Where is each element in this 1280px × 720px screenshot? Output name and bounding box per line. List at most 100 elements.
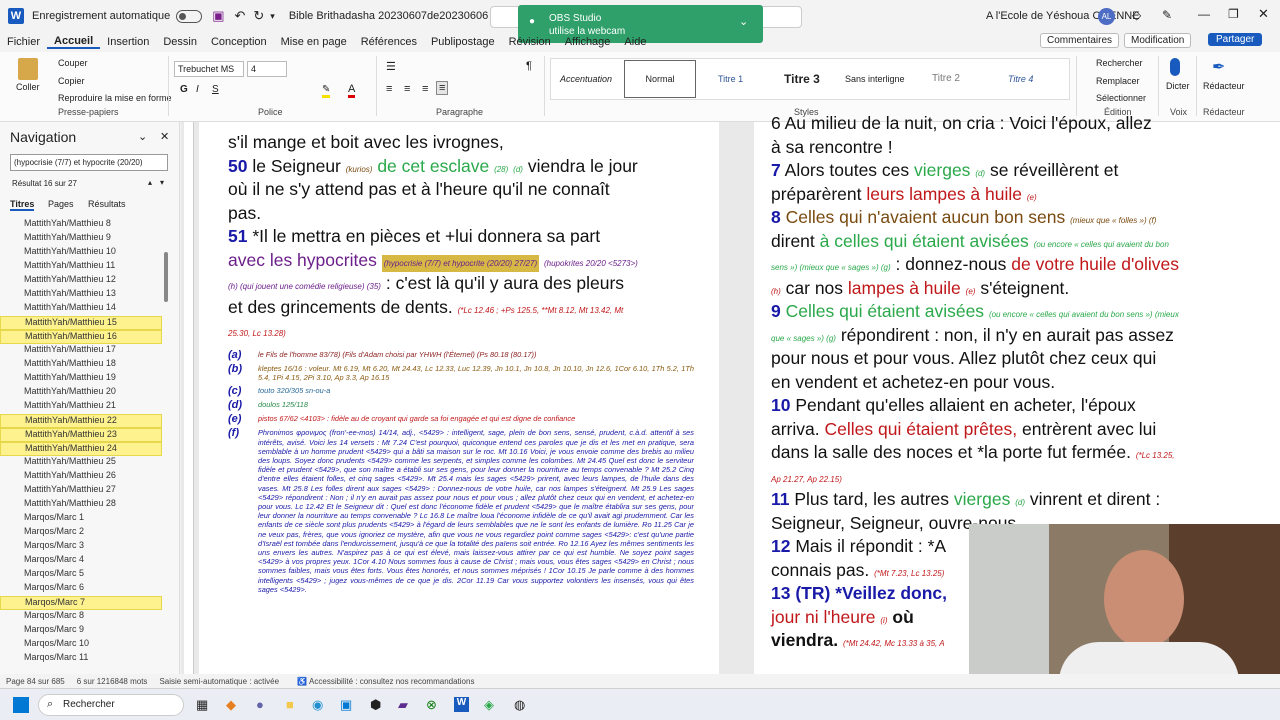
nav-heading-item[interactable]: MattithYah/Matthieu 27 xyxy=(0,484,162,498)
nav-heading-item[interactable]: Marqos/Marc 9 xyxy=(0,624,162,638)
highlight-icon[interactable]: ✎ xyxy=(322,84,331,98)
dictate-button[interactable]: Dicter xyxy=(1166,81,1190,91)
nav-heading-item[interactable]: Marqos/Marc 2 xyxy=(0,526,162,540)
next-result-icon[interactable]: ▾ xyxy=(160,178,164,187)
pilcrow-icon[interactable]: ¶ xyxy=(526,60,532,72)
nav-heading-item[interactable]: Marqos/Marc 6 xyxy=(0,582,162,596)
restore-icon[interactable]: ❐ xyxy=(1228,7,1239,21)
nav-heading-item[interactable]: Marqos/Marc 5 xyxy=(0,568,162,582)
nav-heading-item[interactable]: MattithYah/Matthieu 15 xyxy=(0,316,162,330)
nav-heading-item[interactable]: MattithYah/Matthieu 22 xyxy=(0,414,162,428)
close-icon[interactable]: ✕ xyxy=(1258,6,1269,22)
nav-heading-item[interactable]: MattithYah/Matthieu 26 xyxy=(0,470,162,484)
app3-icon[interactable]: ◈ xyxy=(484,697,494,713)
edit-mode-button[interactable]: Modification xyxy=(1124,33,1192,48)
page-count[interactable]: Page 84 sur 685 xyxy=(6,677,65,686)
style-accentuation[interactable]: Accentuation xyxy=(560,74,612,84)
nav-heading-item[interactable]: Marqos/Marc 8 xyxy=(0,610,162,624)
select-button[interactable]: Sélectionner xyxy=(1096,93,1146,103)
nav-heading-item[interactable]: MattithYah/Matthieu 18 xyxy=(0,358,162,372)
obs-taskbar-icon[interactable]: ◍ xyxy=(514,697,525,713)
menu-conception[interactable]: Conception xyxy=(204,36,274,48)
minimize-icon[interactable]: — xyxy=(1198,7,1210,21)
app2-icon[interactable]: ▰ xyxy=(398,697,408,713)
menu-fichier[interactable]: Fichier xyxy=(0,36,47,48)
windows-start-icon[interactable] xyxy=(13,697,29,713)
chevron-down-icon[interactable]: ⌄ xyxy=(739,15,748,28)
word-taskbar-icon[interactable]: W xyxy=(454,697,469,712)
xbox-icon[interactable]: ⊗ xyxy=(426,697,437,713)
cut-button[interactable]: Couper xyxy=(58,58,88,68)
autosave-toggle[interactable] xyxy=(176,9,203,23)
save-icon[interactable]: ▣ xyxy=(212,8,224,24)
nav-heading-item[interactable]: MattithYah/Matthieu 14 xyxy=(0,302,162,316)
underline-button[interactable]: S xyxy=(212,84,219,95)
accessibility-status[interactable]: Accessibilité : consultez nos recommanda… xyxy=(309,677,474,686)
nav-heading-item[interactable]: MattithYah/Matthieu 24 xyxy=(0,442,162,456)
nav-heading-item[interactable]: MattithYah/Matthieu 25 xyxy=(0,456,162,470)
microphone-icon[interactable] xyxy=(1170,58,1180,76)
nav-heading-item[interactable]: MattithYah/Matthieu 10 xyxy=(0,246,162,260)
redo-icon[interactable]: ↻ xyxy=(253,8,264,24)
avatar[interactable]: AL xyxy=(1098,8,1115,25)
style-normal[interactable]: Normal xyxy=(624,60,696,98)
nav-scrollbar[interactable] xyxy=(164,252,168,302)
nav-heading-item[interactable]: Marqos/Marc 11 xyxy=(0,652,162,666)
diamond-icon[interactable]: ◇ xyxy=(1132,8,1141,22)
align-left-icon[interactable]: ≡ xyxy=(386,83,392,95)
nav-heading-item[interactable]: MattithYah/Matthieu 13 xyxy=(0,288,162,302)
style-titre-1[interactable]: Titre 1 xyxy=(718,74,743,84)
font-name-field[interactable]: Trebuchet MS xyxy=(174,61,244,77)
nav-search-input[interactable]: (hypocrisie (7/7) et hypocrite (20/20) xyxy=(10,154,168,171)
align-center-icon[interactable]: ≡ xyxy=(404,83,410,95)
menu-revision[interactable]: Révision xyxy=(502,36,558,48)
editor-icon[interactable]: ✒ xyxy=(1212,57,1225,77)
style-titre-4[interactable]: Titre 4 xyxy=(1008,74,1033,84)
nav-heading-item[interactable]: MattithYah/Matthieu 23 xyxy=(0,428,162,442)
edge-icon[interactable]: ◉ xyxy=(312,697,323,713)
menu-dessin[interactable]: Dessin xyxy=(156,36,204,48)
undo-icon[interactable]: ↶ xyxy=(234,8,245,24)
nav-options-icon[interactable]: ⌄ xyxy=(138,130,147,143)
nav-heading-item[interactable]: MattithYah/Matthieu 20 xyxy=(0,386,162,400)
nav-heading-item[interactable]: MattithYah/Matthieu 16 xyxy=(0,330,162,344)
nav-heading-item[interactable]: MattithYah/Matthieu 9 xyxy=(0,232,162,246)
widgets-icon[interactable]: ◆ xyxy=(226,697,236,713)
align-right-icon[interactable]: ≡ xyxy=(422,83,428,95)
justify-icon[interactable]: ≡ xyxy=(436,81,449,95)
copy-button[interactable]: Copier xyxy=(58,76,85,86)
nav-heading-item[interactable]: MattithYah/Matthieu 19 xyxy=(0,372,162,386)
style-sans-interligne[interactable]: Sans interligne xyxy=(845,74,905,84)
style-titre-2[interactable]: Titre 2 xyxy=(932,73,960,84)
menu-insertion[interactable]: Insertion xyxy=(100,36,156,48)
explorer-icon[interactable]: ■ xyxy=(286,697,294,712)
prev-result-icon[interactable]: ▴ xyxy=(148,178,152,187)
italic-button[interactable]: I xyxy=(196,84,199,95)
paste-button[interactable]: Coller xyxy=(16,82,40,92)
bullets-icon[interactable]: ☰ xyxy=(386,60,396,73)
store-icon[interactable]: ▣ xyxy=(340,697,352,713)
menu-accueil[interactable]: Accueil xyxy=(47,35,101,49)
menu-mise-en-page[interactable]: Mise en page xyxy=(274,36,354,48)
nav-heading-item[interactable]: Marqos/Marc 3 xyxy=(0,540,162,554)
menu-references[interactable]: Références xyxy=(354,36,424,48)
teams-icon[interactable]: ● xyxy=(256,697,264,712)
nav-heading-item[interactable]: MattithYah/Matthieu 28 xyxy=(0,498,162,512)
customize-icon[interactable]: ▾ xyxy=(270,11,275,22)
pen-icon[interactable]: ✎ xyxy=(1162,8,1172,22)
nav-heading-item[interactable]: MattithYah/Matthieu 17 xyxy=(0,344,162,358)
tab-titres[interactable]: Titres xyxy=(10,199,35,211)
nav-heading-item[interactable]: MattithYah/Matthieu 8 xyxy=(0,218,162,232)
font-size-field[interactable]: 4 xyxy=(247,61,287,77)
nav-heading-item[interactable]: Marqos/Marc 10 xyxy=(0,638,162,652)
paste-icon[interactable] xyxy=(18,58,38,80)
taskbar-search[interactable]: ⌕ Rechercher xyxy=(38,694,184,716)
nav-heading-item[interactable]: MattithYah/Matthieu 12 xyxy=(0,274,162,288)
nav-close-icon[interactable]: ✕ xyxy=(160,130,169,143)
style-titre-3[interactable]: Titre 3 xyxy=(784,72,820,86)
nav-heading-item[interactable]: Marqos/Marc 4 xyxy=(0,554,162,568)
tab-resultats[interactable]: Résultats xyxy=(88,199,126,209)
share-button[interactable]: Partager xyxy=(1208,33,1263,46)
nav-heading-item[interactable]: MattithYah/Matthieu 11 xyxy=(0,260,162,274)
word-count[interactable]: 6 sur 1216848 mots xyxy=(77,677,148,686)
